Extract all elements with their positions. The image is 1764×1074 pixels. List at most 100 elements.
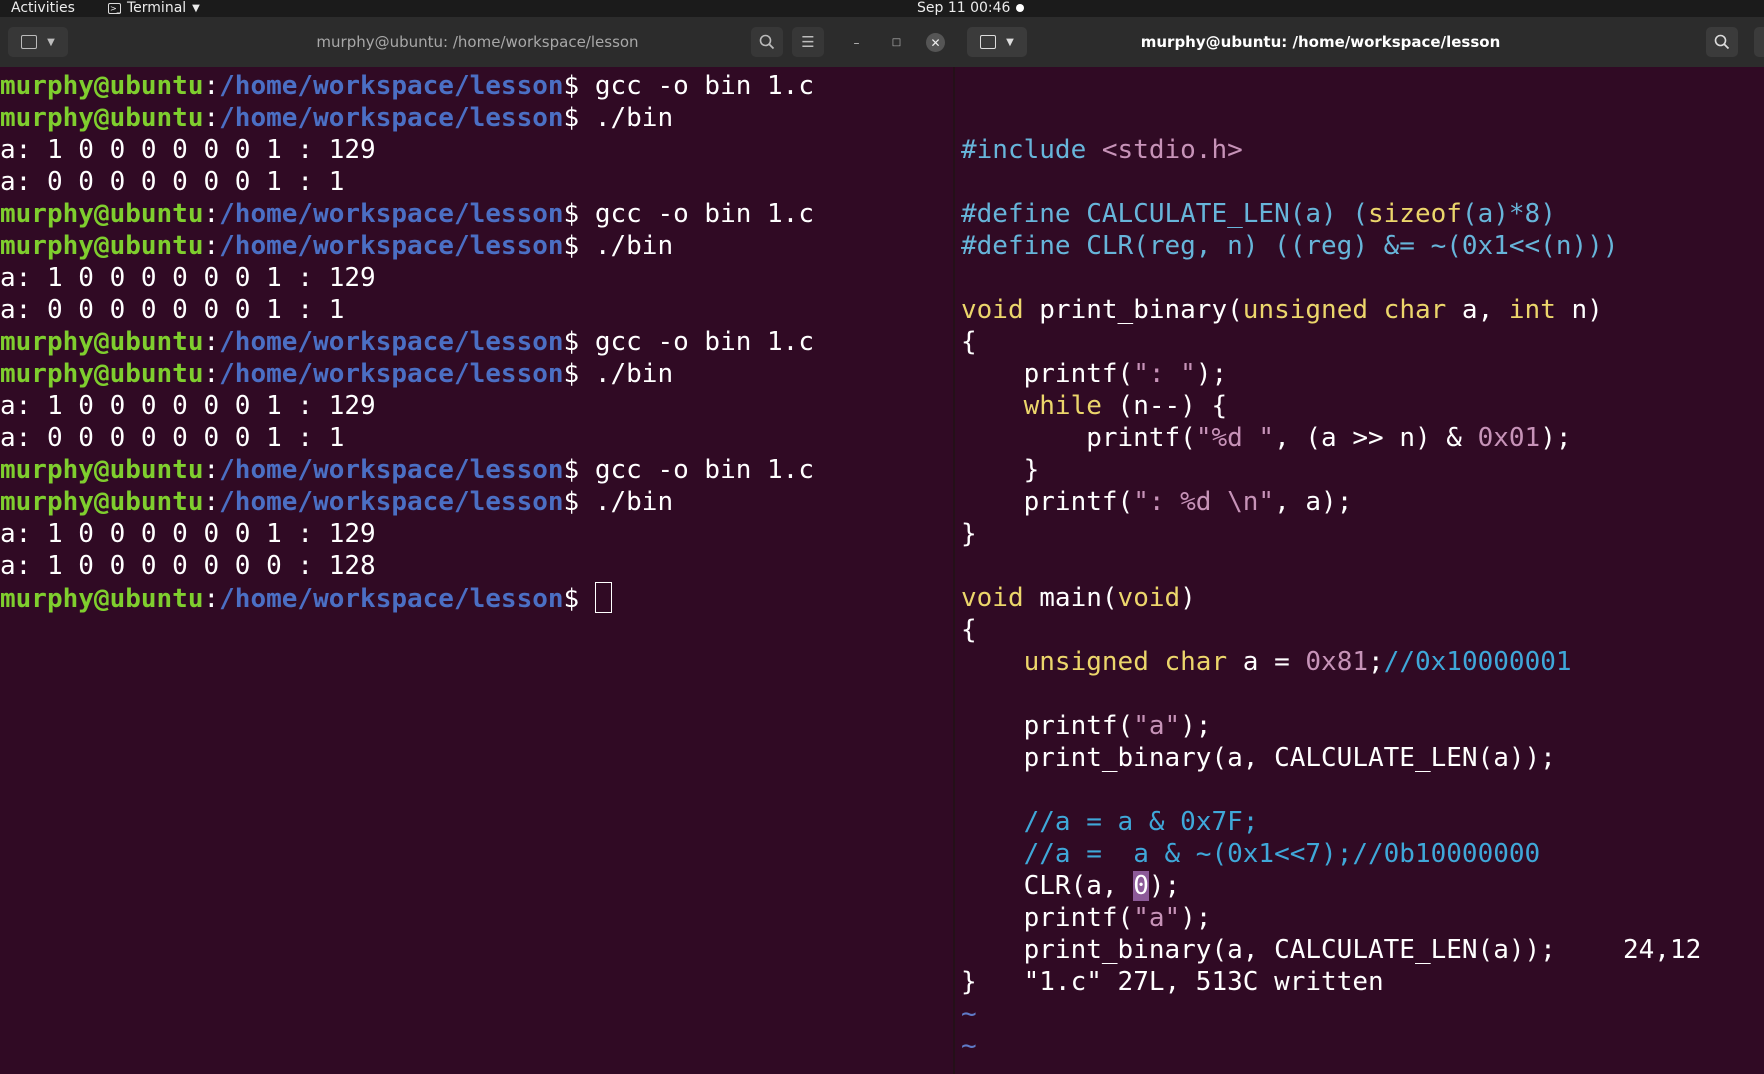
command-text: ./bin <box>594 103 674 133</box>
code-token: ) <box>1180 583 1196 613</box>
code-token: print_binary( <box>1023 295 1243 325</box>
output-line: a: 0 0 0 0 0 0 0 1 : 1 <box>0 422 953 454</box>
code-token: 0x01 <box>1477 423 1541 453</box>
prompt-line: murphy@ubuntu:/home/workspace/lesson$ gc… <box>0 198 953 230</box>
prompt-separator: : <box>203 103 220 133</box>
code-token: "%d " <box>1195 423 1275 453</box>
prompt-path: /home/workspace/lesson <box>219 231 564 261</box>
minimize-icon: – <box>853 35 860 50</box>
clock[interactable]: Sep 11 00:46 <box>917 0 1010 17</box>
code-token: printf( <box>961 359 1134 389</box>
vim-cursor-position: 24,12 <box>1623 935 1702 965</box>
prompt-separator: : <box>203 487 220 517</box>
vim-buffer[interactable]: #include <stdio.h> #define CALCULATE_LEN… <box>961 134 1764 1074</box>
close-button[interactable]: ✕ <box>926 33 945 52</box>
activities-button[interactable]: Activities <box>11 0 75 17</box>
prompt-separator: : <box>203 359 220 389</box>
prompt-separator: : <box>203 455 220 485</box>
output-line: a: 1 0 0 0 0 0 0 1 : 129 <box>0 518 953 550</box>
code-token: (n--) { <box>1101 391 1228 421</box>
code-line: printf(": "); <box>961 358 1764 390</box>
code-token: "a" <box>1133 903 1181 933</box>
prompt-user: murphy@ubuntu <box>0 71 204 101</box>
code-token: printf( <box>961 903 1134 933</box>
output-text: a: 1 0 0 0 0 0 0 0 : 128 <box>0 551 376 581</box>
vim-status-message: "1.c" 27L, 513C written <box>1023 967 1384 997</box>
output-text: a: 0 0 0 0 0 0 0 1 : 1 <box>0 167 345 197</box>
prompt-separator: : <box>203 199 220 229</box>
vim-terminal[interactable]: #include <stdio.h> #define CALCULATE_LEN… <box>955 67 1764 1074</box>
search-icon <box>759 34 775 50</box>
code-token: #include <box>961 135 1102 165</box>
prompt-line: murphy@ubuntu:/home/workspace/lesson$ ./… <box>0 358 953 390</box>
app-menu[interactable]: >_ Terminal ▼ <box>108 0 200 17</box>
code-token: //a = a & ~(0x1<<7);//0b10000000 <box>1023 839 1541 869</box>
code-token: { <box>961 615 977 645</box>
code-token: //a = a & 0x7F; <box>1023 807 1259 837</box>
prompt-line: murphy@ubuntu:/home/workspace/lesson$ ./… <box>0 102 953 134</box>
prompt-char: $ <box>563 487 595 517</box>
code-token: print_binary(a, CALCULATE_LEN(a)); <box>961 743 1556 773</box>
code-token: void <box>961 583 1024 613</box>
hamburger-menu-icon: ☰ <box>801 33 815 51</box>
code-token: { <box>961 327 977 357</box>
maximize-button[interactable]: □ <box>887 33 906 52</box>
code-line: ~ <box>961 1062 1764 1074</box>
prompt-user: murphy@ubuntu <box>0 231 204 261</box>
prompt-char: $ <box>563 103 595 133</box>
output-text: a: 1 0 0 0 0 0 0 1 : 129 <box>0 519 376 549</box>
terminal-icon: >_ <box>108 3 121 14</box>
prompt-path: /home/workspace/lesson <box>219 359 564 389</box>
prompt-line: murphy@ubuntu:/home/workspace/lesson$ ./… <box>0 230 953 262</box>
search-button[interactable] <box>751 27 783 57</box>
code-token: n) <box>1555 295 1603 325</box>
overflow-button[interactable] <box>1754 27 1764 57</box>
code-token: printf( <box>961 487 1134 517</box>
code-line: } <box>961 518 1764 550</box>
code-token: printf( <box>961 423 1196 453</box>
code-token: void <box>961 295 1024 325</box>
code-token: , (a >> n) & <box>1274 423 1478 453</box>
code-token: #define CALCULATE_LEN(a) ( <box>961 199 1368 229</box>
prompt-path: /home/workspace/lesson <box>219 103 564 133</box>
left-terminal-headerbar: ▼ murphy@ubuntu: /home/workspace/lesson … <box>0 17 956 67</box>
prompt-line: murphy@ubuntu:/home/workspace/lesson$ gc… <box>0 326 953 358</box>
notification-dot-icon <box>1016 4 1024 12</box>
shell-terminal[interactable]: murphy@ubuntu:/home/workspace/lesson$ gc… <box>0 67 953 1074</box>
code-token: main( <box>1023 583 1118 613</box>
command-text: gcc -o bin 1.c <box>594 455 814 485</box>
code-line: printf("a"); <box>961 902 1764 934</box>
code-token: a, <box>1446 295 1509 325</box>
code-line: printf("a"); <box>961 710 1764 742</box>
minimize-button[interactable]: – <box>847 33 866 52</box>
code-token: ); <box>1180 711 1212 741</box>
code-token: printf( <box>961 711 1134 741</box>
prompt-separator: : <box>203 327 220 357</box>
code-token: , a); <box>1274 487 1353 517</box>
menu-button[interactable]: ☰ <box>792 27 824 57</box>
prompt-line: murphy@ubuntu:/home/workspace/lesson$ <box>0 582 953 615</box>
prompt-char: $ <box>563 455 595 485</box>
prompt-char: $ <box>563 199 595 229</box>
code-token: "a" <box>1133 711 1181 741</box>
code-line: //a = a & ~(0x1<<7);//0b10000000 <box>961 838 1764 870</box>
code-line: void print_binary(unsigned char a, int n… <box>961 294 1764 326</box>
command-text: ./bin <box>594 487 674 517</box>
code-token: ); <box>1180 903 1212 933</box>
search-button[interactable] <box>1706 27 1738 57</box>
prompt-path: /home/workspace/lesson <box>219 71 564 101</box>
code-token: <stdio.h> <box>1101 135 1243 165</box>
output-line: a: 0 0 0 0 0 0 0 1 : 1 <box>0 294 953 326</box>
prompt-char: $ <box>563 71 595 101</box>
code-line: { <box>961 614 1764 646</box>
output-line: a: 1 0 0 0 0 0 0 1 : 129 <box>0 134 953 166</box>
code-line: print_binary(a, CALCULATE_LEN(a)); <box>961 742 1764 774</box>
prompt-char: $ <box>563 359 595 389</box>
